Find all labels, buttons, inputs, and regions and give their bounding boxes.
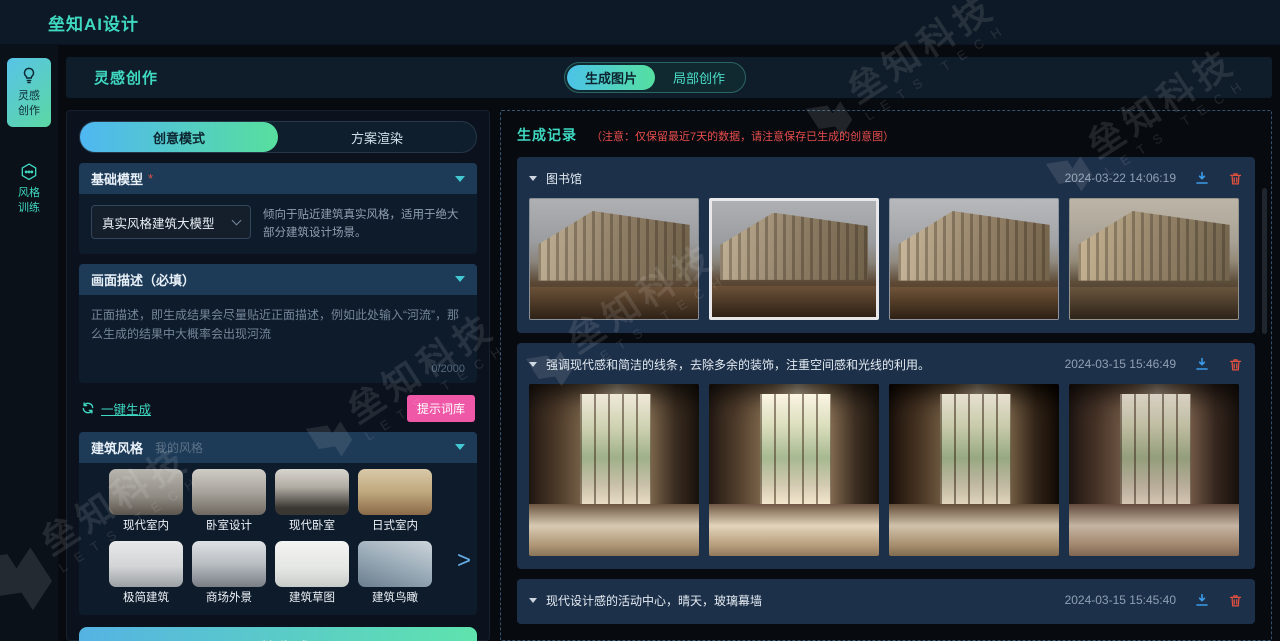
record-timestamp: 2024-03-15 15:46:49: [1065, 357, 1176, 371]
style-thumbnail: [192, 469, 266, 515]
record-image[interactable]: [1069, 198, 1239, 320]
style-section-title: 建筑风格: [91, 438, 143, 457]
style-thumbnail: [275, 469, 349, 515]
top-bar: 垒知AI设计: [0, 0, 1280, 45]
mode-tabs: 创意模式 方案渲染: [79, 121, 477, 153]
record-image[interactable]: [529, 198, 699, 320]
base-model-header: 基础模型 *: [79, 163, 477, 194]
style-thumbnail: [109, 541, 183, 587]
required-asterisk: *: [148, 171, 153, 186]
record-image-row: [529, 384, 1243, 556]
prompt-input[interactable]: [91, 306, 465, 356]
download-icon[interactable]: [1194, 170, 1210, 186]
record-image[interactable]: [889, 384, 1059, 556]
architecture-style-section: 建筑风格 我的风格 现代室内 卧室设计 现代卧室 日式室内 极简建筑: [79, 432, 477, 615]
one-click-generate-link[interactable]: 一键生成: [81, 399, 151, 418]
caret-down-icon[interactable]: [529, 362, 537, 367]
style-item-bedroom-design[interactable]: 卧室设计: [192, 469, 266, 533]
base-model-section: 基础模型 * 真实风格建筑大模型 倾向于贴近建筑真实风格，适用于绝大部分建筑设计…: [79, 163, 477, 254]
records-title: 生成记录: [517, 125, 577, 145]
record-timestamp: 2024-03-22 14:06:19: [1065, 171, 1176, 185]
refresh-icon: [81, 401, 95, 415]
sidebar: 灵感创作 风格训练: [0, 45, 58, 641]
tab-my-styles[interactable]: 我的风格: [155, 439, 203, 456]
app-title: 垒知AI设计: [48, 10, 139, 35]
style-item-architecture-sketch[interactable]: 建筑草图: [275, 541, 349, 605]
triangle-down-icon[interactable]: [455, 276, 465, 282]
hexagon-model-icon: [19, 162, 39, 182]
base-model-title: 基础模型: [91, 169, 143, 188]
style-item-architecture-aerial[interactable]: 建筑鸟瞰: [358, 541, 432, 605]
style-thumbnail: [358, 469, 432, 515]
style-scroll-right-icon[interactable]: >: [457, 549, 471, 573]
tab-generate-image[interactable]: 生成图片: [567, 65, 655, 90]
download-icon[interactable]: [1194, 592, 1210, 608]
caret-down-icon[interactable]: [529, 598, 537, 603]
record-image-row: [529, 198, 1243, 320]
style-item-minimal-architecture[interactable]: 极简建筑: [109, 541, 183, 605]
triangle-down-icon[interactable]: [455, 176, 465, 182]
record-image[interactable]: [709, 384, 879, 556]
record-card: 现代设计感的活动中心，晴天，玻璃幕墙 2024-03-15 15:45:40: [517, 579, 1255, 624]
download-icon[interactable]: [1194, 356, 1210, 372]
record-image[interactable]: [529, 384, 699, 556]
record-timestamp: 2024-03-15 15:45:40: [1065, 593, 1176, 607]
style-section-header: 建筑风格 我的风格: [79, 432, 477, 463]
char-counter: 0/2000: [91, 363, 465, 375]
style-thumbnail: [109, 469, 183, 515]
page-title: 灵感创作: [94, 67, 158, 88]
prompt-title: 画面描述（必填）: [91, 270, 195, 289]
sidebar-item-label: 灵感创作: [18, 89, 40, 119]
tab-creative-mode[interactable]: 创意模式: [80, 122, 278, 152]
app-window: 垒知AI设计 灵感创作: [0, 0, 1280, 641]
chevron-down-icon: [232, 216, 242, 226]
records-scrollbar-thumb[interactable]: [1262, 188, 1267, 334]
record-image-selected[interactable]: [709, 198, 879, 320]
sidebar-item-label: 风格训练: [18, 186, 40, 216]
triangle-down-icon[interactable]: [455, 444, 465, 450]
record-image[interactable]: [889, 198, 1059, 320]
base-model-select[interactable]: 真实风格建筑大模型: [91, 205, 251, 239]
style-item-modern-interior[interactable]: 现代室内: [109, 469, 183, 533]
page-header: 灵感创作 生成图片 局部创作: [66, 57, 1272, 98]
style-grid: 现代室内 卧室设计 现代卧室 日式室内 极简建筑 商场外景 建筑草图 建筑鸟瞰: [109, 469, 469, 605]
trash-icon[interactable]: [1228, 593, 1243, 608]
prompt-section: 画面描述（必填） 0/2000: [79, 264, 477, 383]
base-model-description: 倾向于贴近建筑真实风格，适用于绝大部分建筑设计场景。: [263, 205, 465, 243]
style-item-modern-bedroom[interactable]: 现代卧室: [275, 469, 349, 533]
records-retention-note: （注意：仅保留最近7天的数据，请注意保存已生成的创意图）: [591, 128, 894, 144]
lightbulb-icon: [19, 65, 39, 85]
style-item-japanese-interior[interactable]: 日式室内: [358, 469, 432, 533]
record-title: 强调现代感和简洁的线条，去除多余的装饰，注重空间感和光线的利用。: [546, 356, 930, 373]
style-item-mall-exterior[interactable]: 商场外景: [192, 541, 266, 605]
record-card: 图书馆 2024-03-22 14:06:19: [517, 157, 1255, 333]
prompt-header: 画面描述（必填）: [79, 264, 477, 295]
caret-down-icon[interactable]: [529, 176, 537, 181]
creation-form-panel: 创意模式 方案渲染 基础模型 * 真实风格建筑大模型: [66, 110, 490, 641]
start-generate-button[interactable]: 开始生成: [79, 627, 477, 641]
sidebar-item-style-training[interactable]: 风格训练: [7, 155, 51, 224]
record-image[interactable]: [1069, 384, 1239, 556]
record-card: 强调现代感和简洁的线条，去除多余的装饰，注重空间感和光线的利用。 2024-03…: [517, 343, 1255, 569]
trash-icon[interactable]: [1228, 171, 1243, 186]
prompt-library-button[interactable]: 提示词库: [407, 395, 475, 422]
tab-local-creation[interactable]: 局部创作: [655, 65, 743, 90]
generation-records-panel: 生成记录 （注意：仅保留最近7天的数据，请注意保存已生成的创意图） 图书馆 20…: [500, 110, 1272, 641]
style-thumbnail: [358, 541, 432, 587]
sidebar-item-inspiration[interactable]: 灵感创作: [7, 58, 51, 127]
record-title: 现代设计感的活动中心，晴天，玻璃幕墙: [546, 592, 762, 609]
trash-icon[interactable]: [1228, 357, 1243, 372]
style-thumbnail: [192, 541, 266, 587]
generation-mode-tabs: 生成图片 局部创作: [564, 62, 746, 93]
style-thumbnail: [275, 541, 349, 587]
base-model-selected-value: 真实风格建筑大模型: [102, 213, 215, 232]
tab-scheme-render[interactable]: 方案渲染: [278, 122, 476, 152]
record-title: 图书馆: [546, 170, 582, 187]
